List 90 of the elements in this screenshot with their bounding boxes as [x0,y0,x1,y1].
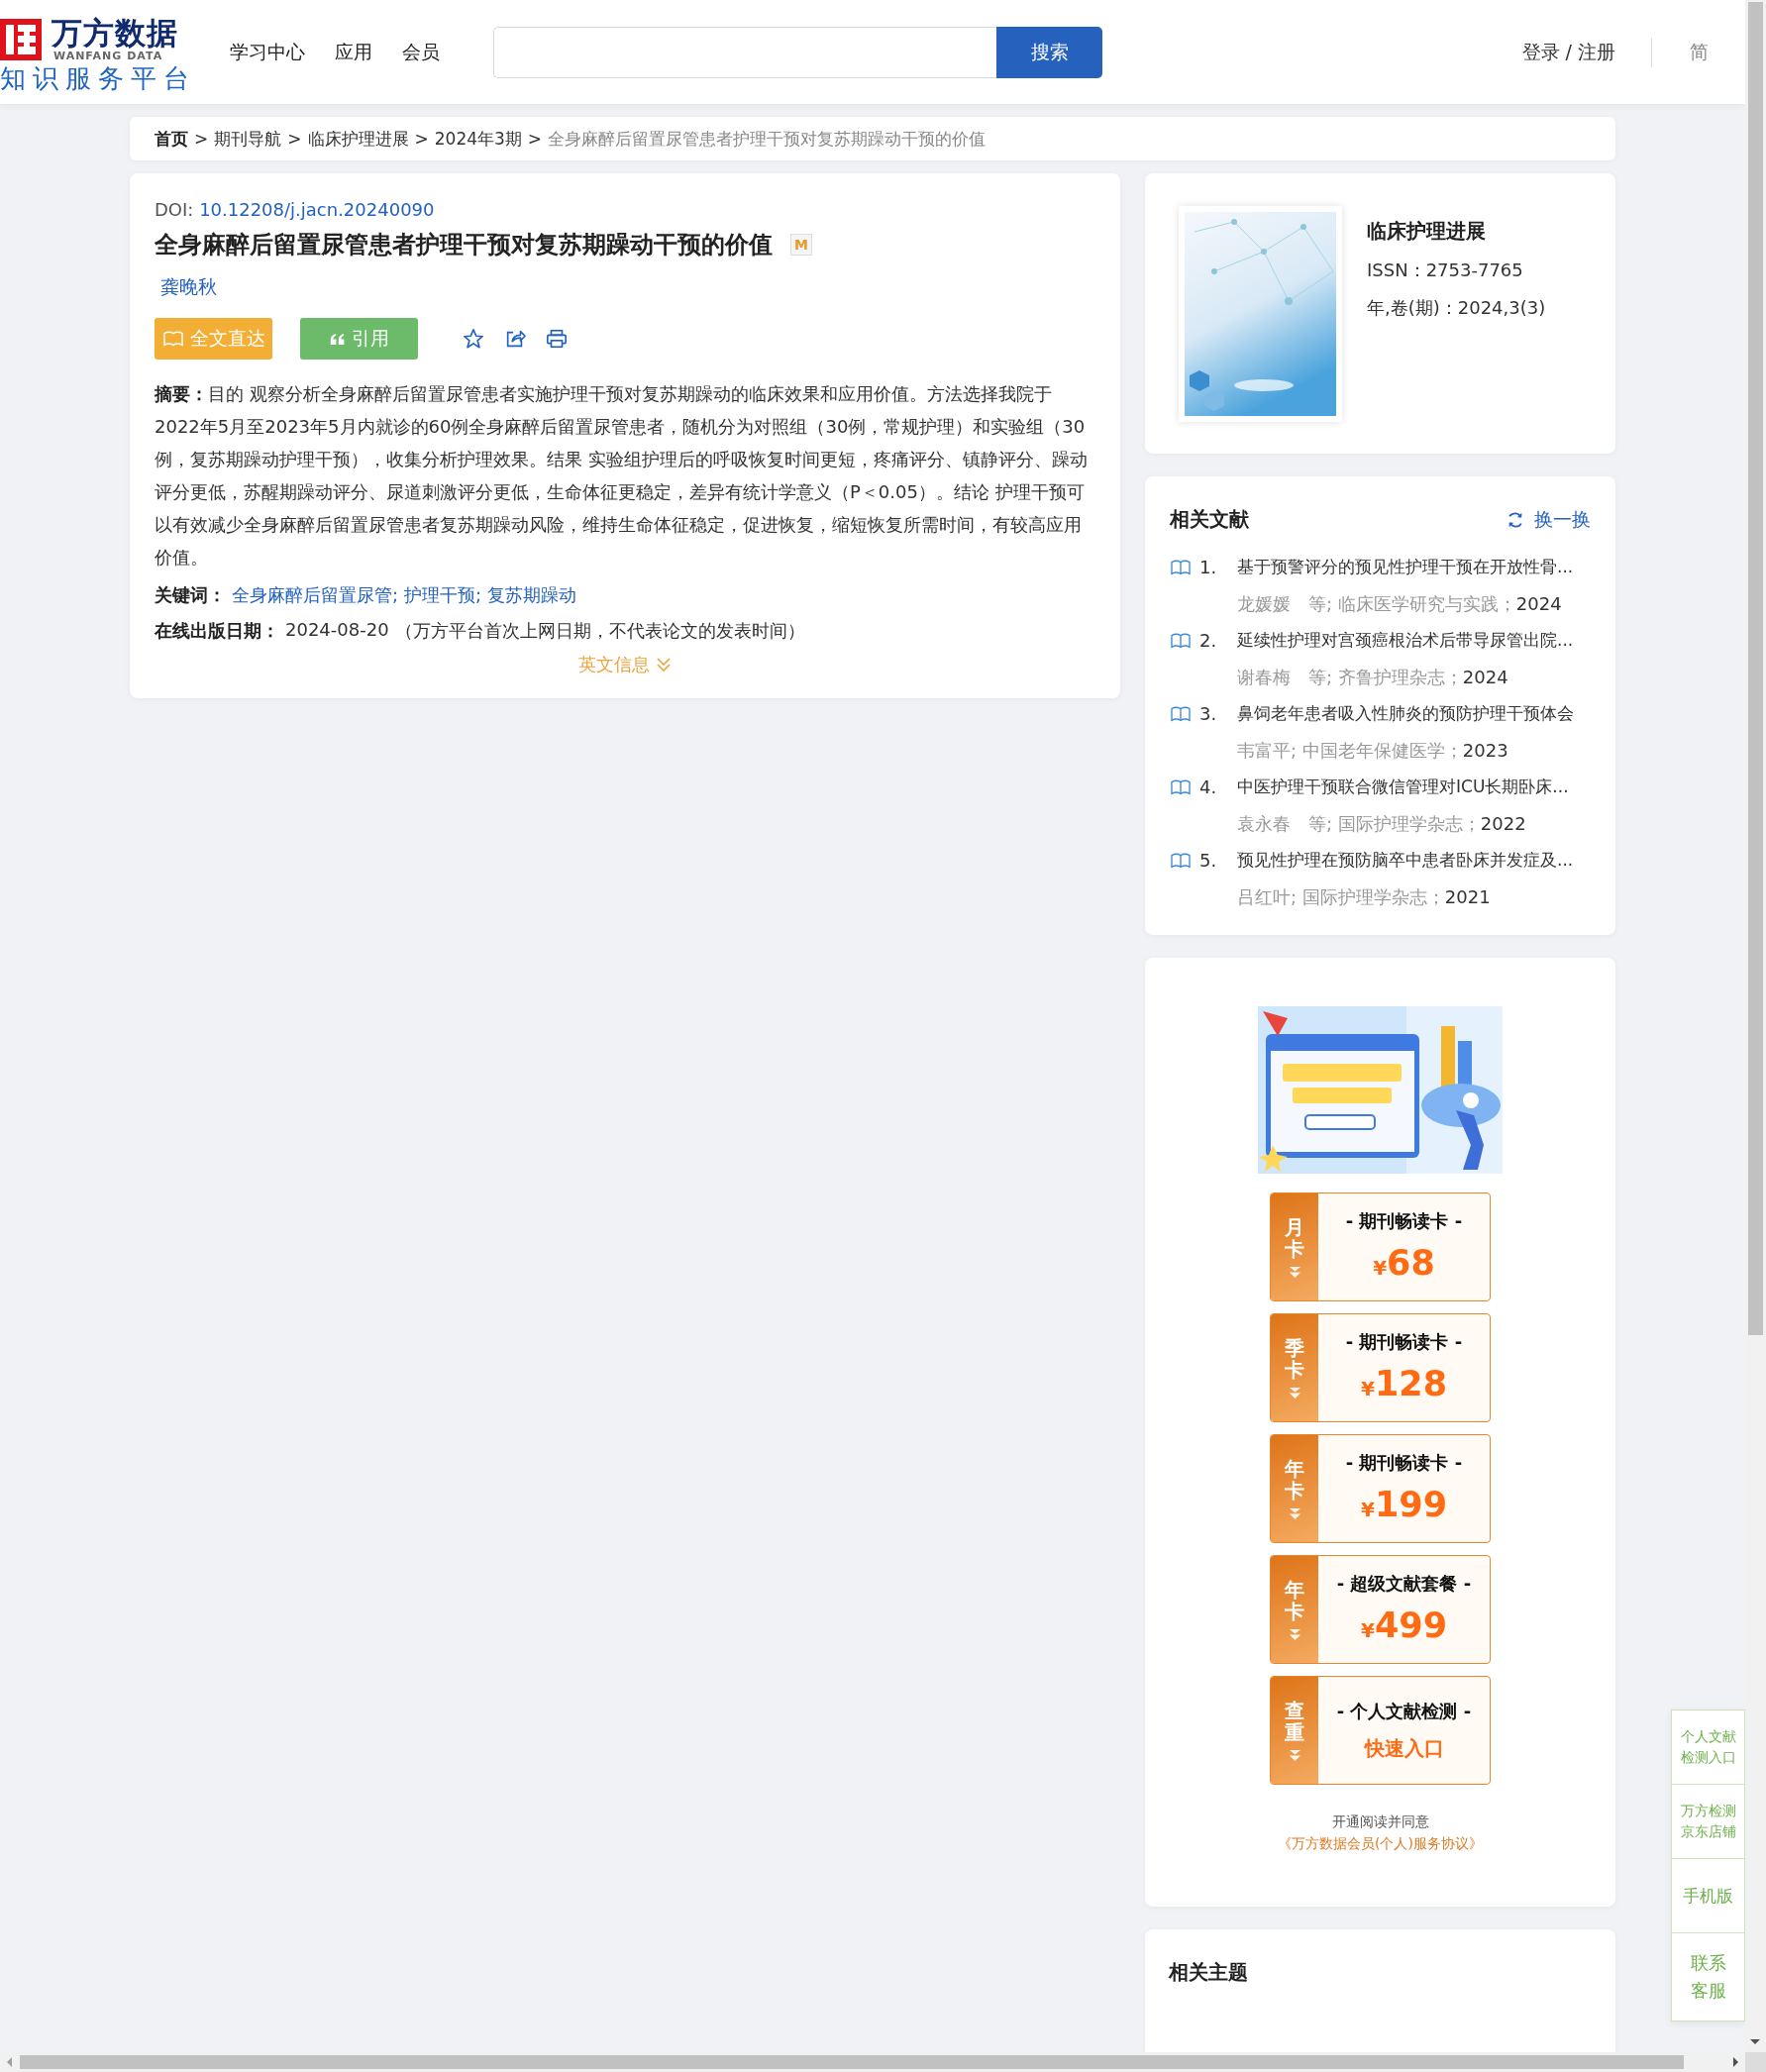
card-title: - 期刊畅读卡 - [1345,1450,1463,1475]
book-open-icon [1170,558,1192,576]
abstract-text: 摘要：目的 观察分析全身麻醉后留置尿管患者实施护理干预对复苏期躁动的临床效果和应用价值。方法选择我院于2022年5月至2023年5月内就诊的60例全身麻醉后留置尿管患者，随机分为对照组（30例，常规护理）和实验组（30例，复苏期躁动护理干预），收集分析护理效果。结果 实验组护理后的呼吸恢复时间更短，疼痛评分、镇静评分、躁动评分更低，苏醒期躁动评分、尿道刺激评分更低，生命体征更稳定，差异有统计学意义（P＜0.05）。结论 护理干预可以有效减少全身麻醉后留置尿管患者复苏期躁动风险，维持生命体征稳定，促进恢复，缩短恢复所需时间，有较高应用价值。 [155,382,1089,570]
refresh-link[interactable]: 换一换 [1506,506,1591,533]
book-open-icon [1170,631,1192,650]
related-article-meta: 龙媛媛 等; 临床医学研究与实践；2024 [1237,592,1563,616]
m-badge: M [790,234,812,256]
double-chevron-icon [1288,1265,1301,1279]
membership-card[interactable]: 年卡 - 超级文献套餐 - ¥499 [1270,1555,1491,1664]
book-icon [161,330,184,348]
nav-link[interactable]: 会员 [402,39,440,65]
related-article-link[interactable]: 延续性护理对宫颈癌根治术后带导尿管出院... [1237,622,1591,659]
related-article-meta: 韦富平; 中国老年保健医学；2023 [1237,739,1509,763]
breadcrumb-link[interactable]: 首页 [155,127,188,151]
book-open-icon [1170,851,1192,870]
keyword-link[interactable]: 复苏期躁动 [487,583,577,607]
section-title: 相关文献 [1170,506,1249,533]
related-article-link[interactable]: 预见性护理在预防脑卒中患者卧床并发症及... [1237,842,1591,879]
quote-icon [329,332,346,346]
journal-issue: 年,卷(期)：2024,3(3) [1367,296,1546,320]
card-price: ¥199 [1361,1486,1447,1526]
card-tag: 查重 [1285,1699,1304,1743]
card-tag: 月卡 [1285,1215,1304,1260]
book-open-icon [1170,704,1192,723]
journal-issn: ISSN：2753-7765 [1367,259,1524,282]
doi-label: DOI: [155,199,194,220]
keyword-link[interactable]: 护理干预; [404,583,482,607]
item-number: 1. [1199,557,1218,577]
print-icon[interactable] [546,328,568,350]
share-icon[interactable] [504,328,526,350]
keyword-link[interactable]: 全身麻醉后留置尿管; [232,583,399,607]
search-button[interactable]: 搜索 [996,26,1102,78]
date-value: 2024-08-20 [285,619,389,642]
logo-tagline: 知识服务平台 [0,62,188,94]
card-title: - 期刊畅读卡 - [1345,1208,1463,1233]
related-article-link[interactable]: 鼻饲老年患者吸入性肺炎的预防护理干预体会 [1237,695,1591,732]
item-number: 4. [1199,777,1218,797]
card-title: - 超级文献套餐 - [1336,1571,1472,1596]
breadcrumb-separator: > [194,129,209,149]
section-title: 相关主题 [1169,1959,1249,1986]
membership-card[interactable]: 查重 - 个人文献检测 - 快速入口 [1270,1676,1491,1785]
nav-link[interactable]: 应用 [335,39,372,65]
agreement-note: 开通阅读并同意 [1331,1813,1429,1831]
related-article-meta: 谢春梅 等; 齐鲁护理杂志；2024 [1237,666,1509,689]
keywords-label: 关键词： [155,583,226,607]
date-label: 在线出版日期： [155,619,279,643]
related-article-meta: 袁永春 等; 国际护理学杂志；2022 [1237,812,1527,836]
scrollbar-corner [1745,2052,1766,2072]
membership-card[interactable]: 季卡 - 期刊畅读卡 - ¥128 [1270,1313,1491,1422]
card-tag: 年卡 [1285,1578,1304,1622]
breadcrumb-separator: > [287,129,302,149]
item-number: 5. [1199,850,1218,871]
double-chevron-icon [1288,1627,1301,1641]
double-chevron-icon [1288,1506,1301,1520]
breadcrumb-link[interactable]: 2024年3期 [434,127,522,151]
card-price: ¥499 [1361,1606,1447,1647]
language-link[interactable]: 简 [1690,39,1709,65]
double-chevron-icon [1288,1386,1301,1399]
double-chevron-icon [1288,1748,1301,1762]
breadcrumb-link[interactable]: 临床护理进展 [307,127,409,151]
membership-card[interactable]: 年卡 - 期刊畅读卡 - ¥199 [1270,1434,1491,1543]
card-price: ¥68 [1373,1244,1435,1285]
search-field[interactable] [493,26,996,78]
item-number: 2. [1199,630,1218,651]
related-article-meta: 吕红叶; 国际护理学杂志；2021 [1237,885,1492,909]
breadcrumb-current: 全身麻醉后留置尿管患者护理干预对复苏期躁动干预的价值 [548,127,987,151]
related-article-link[interactable]: 中医护理干预联合微信管理对ICU长期卧床... [1237,769,1591,805]
card-title: - 个人文献检测 - [1336,1699,1472,1723]
article-title: 全身麻醉后留置尿管患者护理干预对复苏期躁动干预的价值 [155,230,773,260]
breadcrumb-separator: > [414,129,429,149]
card-tag: 季卡 [1285,1336,1304,1381]
doi-link[interactable]: 10.12208/j.jacn.20240090 [199,199,435,220]
item-number: 3. [1199,703,1218,724]
login-link[interactable]: 登录 / 注册 [1521,39,1615,65]
card-title: - 期刊畅读卡 - [1345,1329,1463,1354]
refresh-icon [1506,510,1524,529]
card-tag: 年卡 [1285,1457,1304,1502]
author-link[interactable]: 龚晚秋 [160,274,217,300]
membership-card[interactable]: 月卡 - 期刊畅读卡 - ¥68 [1270,1192,1491,1301]
related-article-link[interactable]: 基于预警评分的预见性护理干预在开放性骨... [1237,549,1591,585]
book-open-icon [1170,777,1192,796]
journal-name[interactable]: 临床护理进展 [1367,218,1546,245]
logo-english: WANFANG DATA [53,50,164,62]
nav-link[interactable]: 学习中心 [230,39,305,65]
logo-name: 万方数据 [52,16,178,50]
star-icon[interactable] [463,328,484,350]
date-note: （万方平台首次上网日期，不代表论文的发表时间） [394,619,805,643]
breadcrumb-link[interactable]: 期刊导航 [214,127,282,151]
card-price: ¥128 [1361,1365,1447,1405]
breadcrumb-separator: > [527,129,543,149]
